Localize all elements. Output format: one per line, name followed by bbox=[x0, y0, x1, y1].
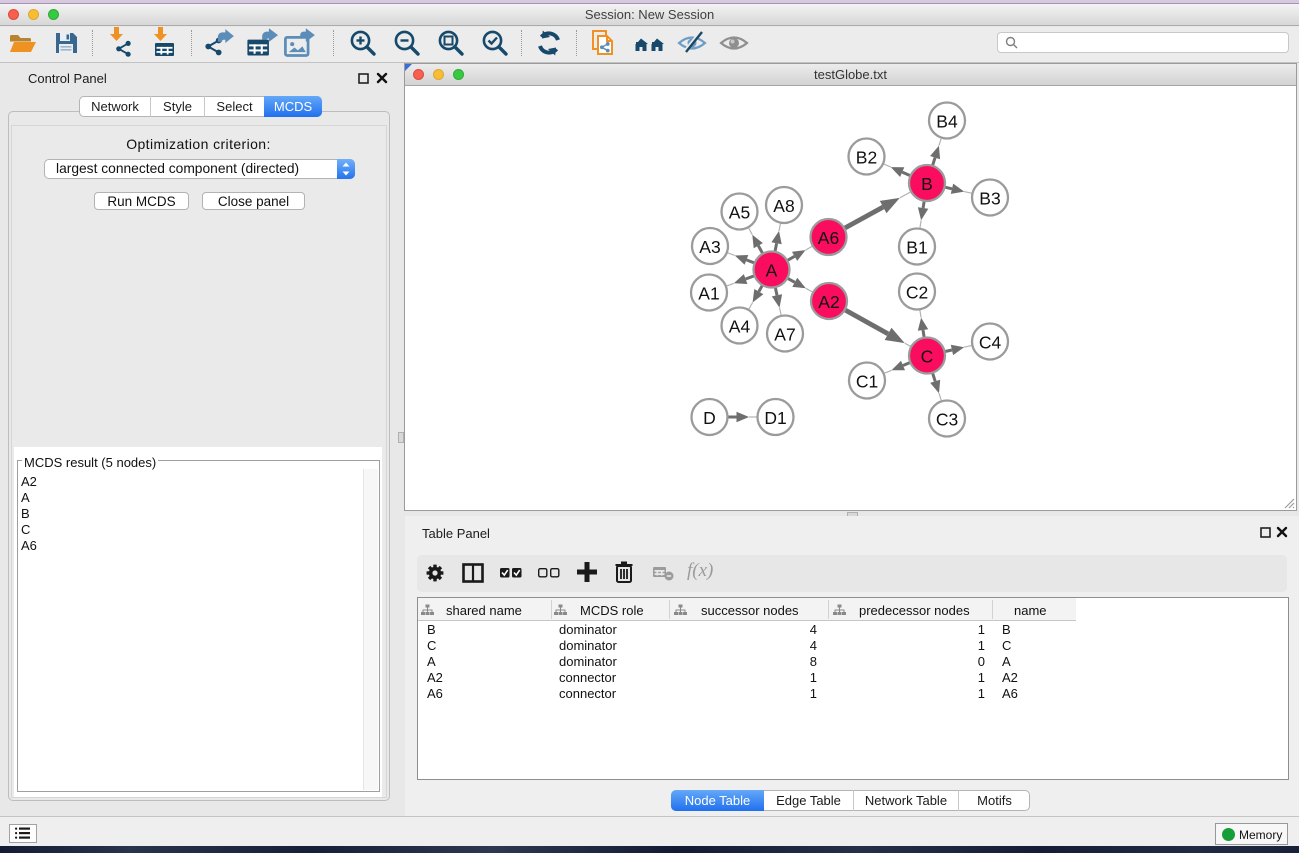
svg-text:A1: A1 bbox=[698, 284, 719, 304]
svg-text:B4: B4 bbox=[936, 112, 958, 132]
svg-text:C1: C1 bbox=[856, 372, 878, 392]
svg-text:A3: A3 bbox=[699, 237, 720, 257]
svg-text:A7: A7 bbox=[774, 325, 795, 345]
svg-text:D1: D1 bbox=[764, 408, 786, 428]
svg-text:C2: C2 bbox=[906, 283, 928, 303]
svg-text:C: C bbox=[921, 347, 934, 367]
svg-text:A8: A8 bbox=[773, 196, 794, 216]
svg-text:B: B bbox=[921, 174, 933, 194]
svg-text:A: A bbox=[766, 261, 778, 281]
svg-text:A6: A6 bbox=[818, 228, 839, 248]
svg-text:A4: A4 bbox=[729, 317, 751, 337]
svg-text:A5: A5 bbox=[729, 203, 750, 223]
svg-text:B2: B2 bbox=[856, 148, 877, 168]
svg-text:C3: C3 bbox=[936, 410, 958, 430]
svg-text:B3: B3 bbox=[979, 189, 1000, 209]
svg-text:D: D bbox=[703, 408, 716, 428]
svg-text:B1: B1 bbox=[906, 238, 927, 258]
svg-text:C4: C4 bbox=[979, 333, 1002, 353]
svg-text:A2: A2 bbox=[818, 292, 839, 312]
